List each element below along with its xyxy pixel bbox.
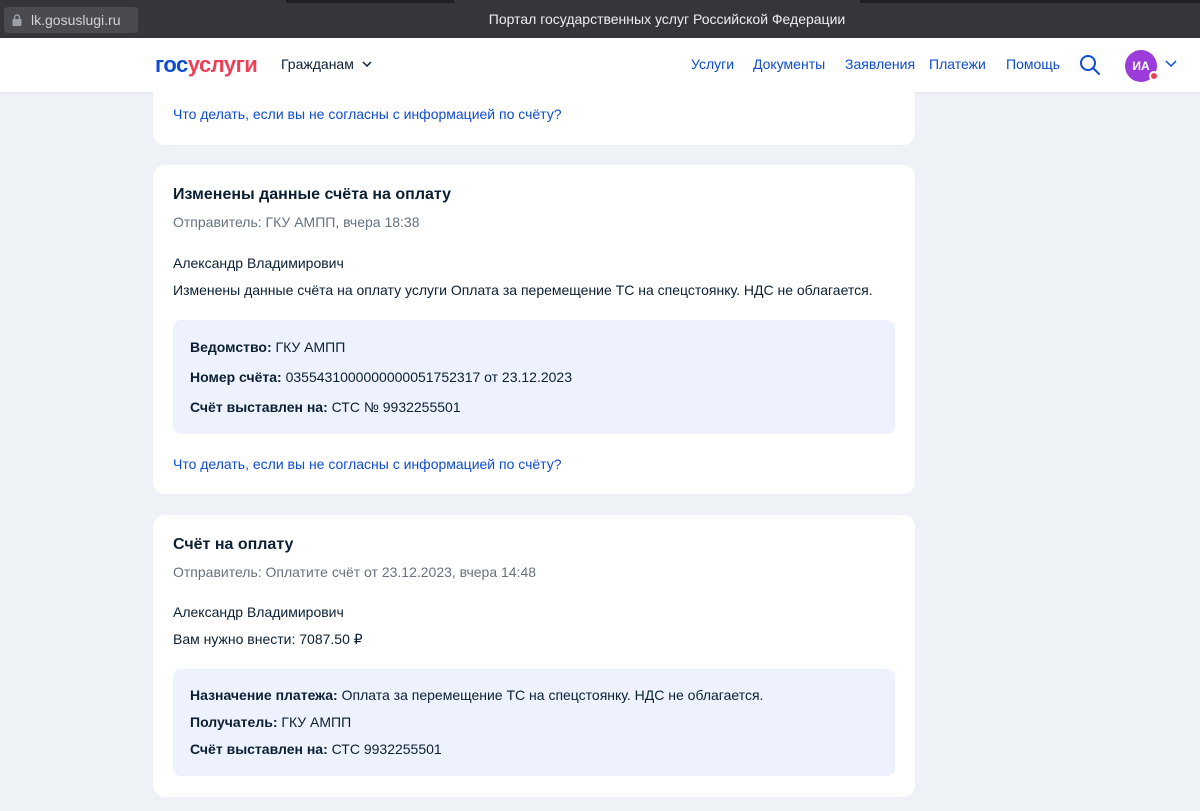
nav-payments[interactable]: Платежи: [929, 56, 986, 72]
detail-value: ГКУ АМПП: [281, 714, 352, 730]
detail-value: Оплата за перемещение ТС на спецстоянку.…: [341, 687, 764, 703]
payment-details-box: Назначение платежа: Оплата за перемещени…: [173, 669, 895, 776]
card-title: Счёт на оплату: [173, 536, 294, 553]
card-message: Изменены данные счёта на оплату услуги О…: [173, 282, 873, 298]
browser-bar: lk.gosuslugi.ru Портал государственных у…: [0, 0, 1200, 38]
notification-card-invoice: Счёт на оплату Отправитель: Оплатите счё…: [153, 515, 915, 797]
nav-applications[interactable]: Заявления: [845, 56, 915, 72]
card-greeting: Александр Владимирович: [173, 255, 344, 271]
chevron-down-icon[interactable]: [1165, 60, 1177, 67]
tab-strip: [286, 0, 454, 3]
detail-label: Получатель:: [190, 714, 278, 730]
invoice-details-box: Ведомство: ГКУ АМПП Номер счёта: 0355431…: [173, 320, 895, 434]
card-sender: Отправитель: ГКУ АМПП, вчера 18:38: [173, 214, 420, 230]
nav-help[interactable]: Помощь: [1006, 56, 1060, 72]
detail-label: Ведомство:: [190, 339, 272, 355]
tab-strip: [860, 0, 1200, 3]
search-icon[interactable]: [1079, 54, 1101, 76]
detail-label: Назначение платежа:: [190, 687, 338, 703]
amount-due: Вам нужно внести: 7087.50 ₽: [173, 631, 363, 647]
detail-row: Получатель: ГКУ АМПП: [190, 714, 351, 730]
detail-value: СТС № 9932255501: [331, 399, 461, 415]
card-greeting: Александр Владимирович: [173, 604, 344, 620]
detail-value: ГКУ АМПП: [275, 339, 346, 355]
logo-part-gos: гос: [155, 52, 188, 77]
detail-label: Номер счёта:: [190, 369, 282, 385]
avatar[interactable]: ИА: [1125, 50, 1159, 82]
logo-part-uslugi: услуги: [187, 52, 258, 77]
card-title: Изменены данные счёта на оплату: [173, 186, 452, 203]
detail-value: 0355431000000000051752317 от 23.12.2023: [285, 369, 573, 385]
detail-value: СТС 9932255501: [331, 741, 442, 757]
detail-row: Назначение платежа: Оплата за перемещени…: [190, 687, 763, 703]
disagree-link[interactable]: Что делать, если вы не согласны с информ…: [173, 456, 562, 472]
nav-documents[interactable]: Документы: [753, 56, 825, 72]
site-header: госуслуги Гражданам Услуги Документы Зая…: [0, 38, 1200, 92]
detail-row: Ведомство: ГКУ АМПП: [190, 339, 345, 355]
avatar-initials: ИА: [1132, 59, 1150, 73]
detail-row: Счёт выставлен на: СТС 9932255501: [190, 741, 442, 757]
gosuslugi-logo[interactable]: госуслуги: [155, 52, 258, 78]
window-title: Портал государственных услуг Российской …: [488, 11, 846, 27]
detail-row: Счёт выставлен на: СТС № 9932255501: [190, 399, 461, 415]
card-sender: Отправитель: Оплатите счёт от 23.12.2023…: [173, 564, 537, 580]
notification-card-partial: Что делать, если вы не согласны с информ…: [153, 85, 915, 145]
notification-card-invoice-changed: Изменены данные счёта на оплату Отправит…: [153, 165, 915, 494]
disagree-link[interactable]: Что делать, если вы не согласны с информ…: [173, 106, 562, 122]
audience-dropdown[interactable]: Гражданам: [281, 56, 372, 72]
detail-row: Номер счёта: 0355431000000000051752317 о…: [190, 369, 572, 385]
nav-services[interactable]: Услуги: [691, 56, 734, 72]
detail-label: Счёт выставлен на:: [190, 741, 328, 757]
detail-label: Счёт выставлен на:: [190, 399, 328, 415]
audience-label: Гражданам: [281, 56, 354, 72]
chevron-down-icon: [362, 61, 372, 67]
notification-dot: [1149, 71, 1159, 81]
